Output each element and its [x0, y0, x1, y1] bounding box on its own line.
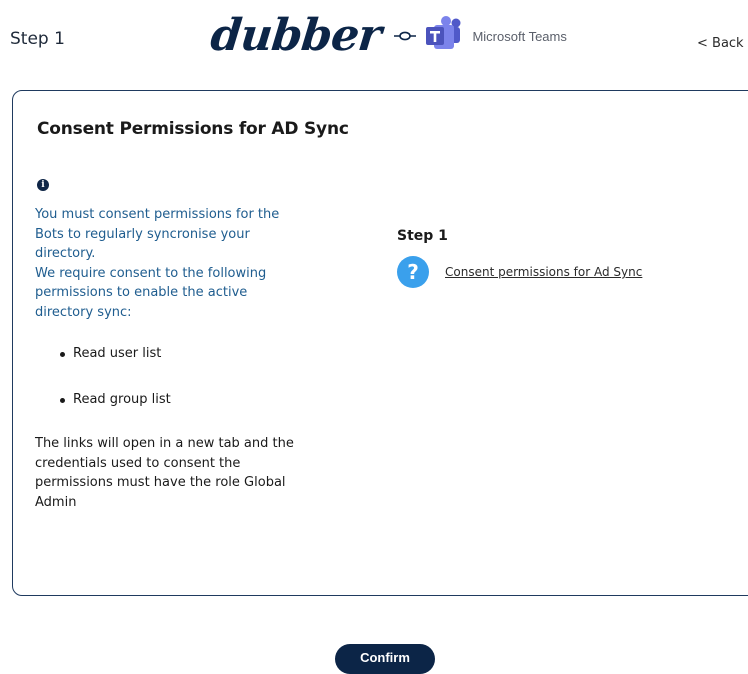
intro-line: You must consent permissions for the — [35, 207, 280, 222]
card-title: Consent Permissions for AD Sync — [37, 119, 349, 139]
consent-card: Consent Permissions for AD Sync i You mu… — [12, 90, 748, 596]
intro-line: directory. — [35, 246, 96, 261]
note-line: Admin — [35, 494, 77, 510]
note-line: permissions must have the role Global — [35, 475, 286, 490]
permission-list: Read user list Read group list — [35, 344, 335, 409]
step-label: Step 1 — [10, 29, 65, 49]
confirm-button[interactable]: Confirm — [335, 644, 435, 674]
teams-logo — [424, 16, 466, 56]
note-line: credentials used to consent the — [35, 455, 241, 471]
intro-line: Bots to regularly syncronise your — [35, 226, 250, 242]
intro-line: permissions to enable the active — [35, 285, 248, 300]
info-icon: i — [37, 179, 49, 191]
logo-row: dubber Microsoft Teams — [208, 8, 567, 64]
step-heading: Step 1 — [397, 228, 448, 244]
consent-link[interactable]: Consent permissions for Ad Sync — [445, 265, 642, 279]
permission-item: Read user list — [35, 344, 335, 364]
teams-label: Microsoft Teams — [472, 28, 567, 44]
dubber-logo: dubber — [208, 10, 384, 61]
info-text: You must consent permissions for the Bot… — [35, 205, 335, 512]
back-link[interactable]: < Back — [697, 36, 744, 51]
link-icon — [394, 31, 417, 41]
intro-paragraph: You must consent permissions for the Bot… — [35, 205, 335, 322]
header: Step 1 dubber Microsoft Teams < Back — [0, 0, 748, 84]
intro-line: directory sync: — [35, 304, 132, 320]
question-icon[interactable]: ? — [397, 256, 429, 288]
permission-item: Read group list — [35, 390, 335, 410]
intro-line: We require consent to the following — [35, 265, 267, 281]
note-line: The links will open in a new tab and the — [35, 436, 294, 451]
note-paragraph: The links will open in a new tab and the… — [35, 434, 335, 512]
